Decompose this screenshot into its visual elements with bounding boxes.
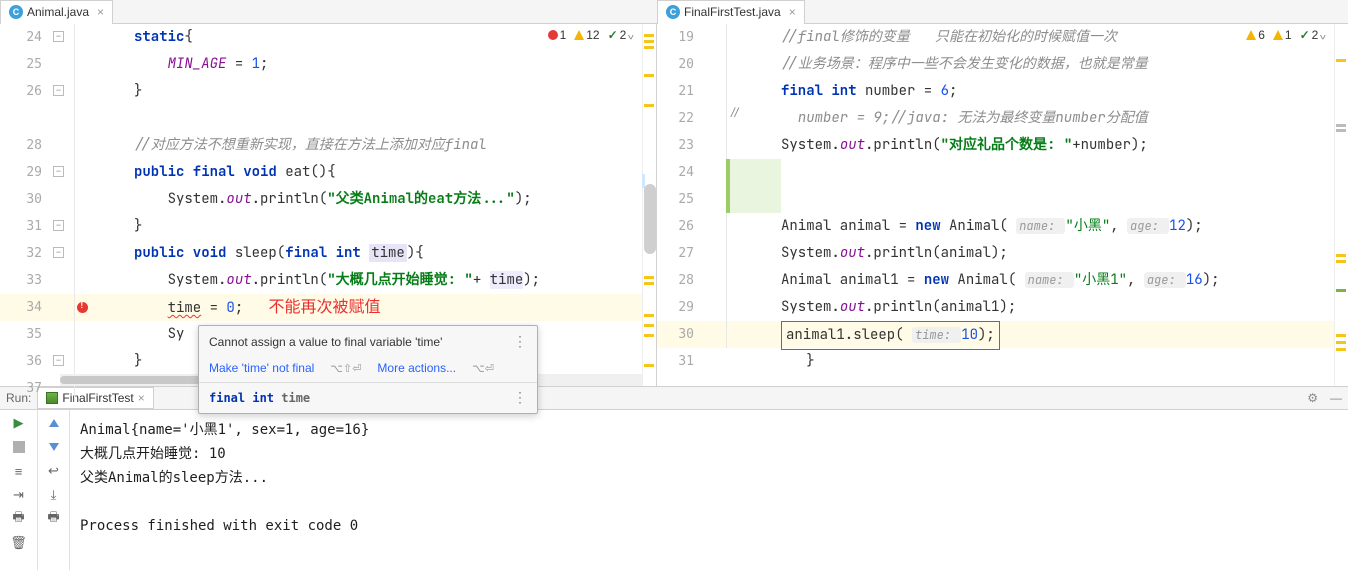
fold-icon[interactable]: −	[53, 166, 64, 177]
editor-right[interactable]: 6 1 ✓2^ 19//final修饰的变量 只能在初始化的时候赋值一次 20/…	[657, 24, 1348, 386]
error-stripe[interactable]	[1334, 24, 1348, 386]
highlighted-call: animal1.sleep( time: 10);	[781, 321, 1000, 350]
more-icon[interactable]: ⋮	[513, 390, 527, 406]
line-number: 27	[657, 240, 702, 267]
ok-count: 2	[620, 28, 627, 42]
shortcut-hint: ⌥⇧⏎	[330, 362, 361, 375]
line-number: 21	[657, 78, 702, 105]
ok-icon: ✓	[608, 28, 618, 42]
fold-icon[interactable]: −	[53, 247, 64, 258]
tooltip-message: Cannot assign a value to final variable …	[209, 335, 442, 349]
error-icon	[548, 30, 558, 40]
line-number: 31	[657, 348, 702, 375]
run-toolbar-primary: ▶ ≡ ⇥ 🖶 🗑	[0, 410, 38, 570]
exit-button[interactable]: ⇥	[10, 486, 28, 504]
quickfix-more-actions[interactable]: More actions...	[377, 361, 456, 375]
warning-icon	[1273, 30, 1283, 40]
line-number: 24	[657, 159, 702, 186]
class-icon: C	[666, 5, 680, 19]
error-span[interactable]: time	[168, 299, 202, 317]
line-number: 34	[0, 294, 50, 321]
line-number: 25	[657, 186, 702, 213]
close-icon[interactable]: ×	[789, 5, 796, 19]
error-gutter-icon[interactable]	[77, 302, 88, 313]
fold-icon[interactable]: −	[53, 31, 64, 42]
vertical-scrollbar[interactable]	[644, 184, 656, 254]
line-number: 28	[657, 267, 702, 294]
quickfix-make-not-final[interactable]: Make 'time' not final	[209, 361, 314, 375]
line-number: 35	[0, 321, 50, 348]
line-number: 24	[0, 24, 50, 51]
editor-tab-right[interactable]: C FinalFirstTest.java ×	[657, 0, 805, 24]
more-icon[interactable]: ⋮	[513, 333, 527, 350]
annotation-text: 不能再次被赋值	[268, 299, 380, 316]
line-number: 19	[657, 24, 702, 51]
rerun-button[interactable]: ▶	[10, 414, 28, 432]
trash-button[interactable]: 🗑	[10, 534, 28, 552]
line-number: 29	[0, 159, 50, 186]
line-number: 26	[657, 213, 702, 240]
stop-button[interactable]	[10, 438, 28, 456]
line-number: 25	[0, 51, 50, 78]
error-tooltip: Cannot assign a value to final variable …	[198, 325, 538, 414]
scroll-end-button[interactable]: ⤓	[45, 486, 63, 504]
tab-label: FinalFirstTest.java	[684, 5, 781, 19]
line-number: 23	[657, 132, 702, 159]
scroll-up-button[interactable]	[45, 414, 63, 432]
fold-icon[interactable]: −	[53, 355, 64, 366]
fold-icon[interactable]: −	[53, 220, 64, 231]
line-number: 30	[0, 186, 50, 213]
editor-tab-left[interactable]: C Animal.java ×	[0, 0, 113, 24]
gear-icon[interactable]: ⚙	[1301, 391, 1324, 405]
shortcut-hint: ⌥⏎	[472, 362, 494, 375]
line-number: 29	[657, 294, 702, 321]
line-number: 28	[0, 132, 50, 159]
console-output[interactable]: Animal{name='小黑1', sex=1, age=16} 大概几点开始…	[70, 410, 1348, 570]
pin-button[interactable]: 🖶	[10, 510, 28, 528]
inspection-counters[interactable]: 6 1 ✓2^	[1246, 28, 1326, 42]
line-number: 36	[0, 348, 50, 375]
print-button[interactable]: 🖶	[45, 510, 63, 528]
warning-icon	[1246, 30, 1256, 40]
line-number: 22	[657, 105, 702, 132]
error-count: 1	[560, 28, 567, 42]
close-icon[interactable]: ×	[97, 5, 104, 19]
line-number: 30	[657, 321, 702, 348]
layout-button[interactable]: ≡	[10, 462, 28, 480]
fold-icon[interactable]: −	[53, 85, 64, 96]
line-number: 31	[0, 213, 50, 240]
line-number: 26	[0, 78, 50, 105]
class-icon: C	[9, 5, 23, 19]
line-number: 32	[0, 240, 50, 267]
warning-count: 12	[586, 28, 599, 42]
soft-wrap-button[interactable]: ↩	[45, 462, 63, 480]
run-toolbar-secondary: ↩ ⤓ 🖶	[38, 410, 70, 570]
tab-label: Animal.java	[27, 5, 89, 19]
line-number: 20	[657, 51, 702, 78]
scroll-down-button[interactable]	[45, 438, 63, 456]
hide-icon[interactable]: —	[1324, 391, 1348, 405]
line-number: 33	[0, 267, 50, 294]
ok-icon: ✓	[1300, 28, 1310, 42]
inspection-counters[interactable]: 1 12 ✓2^	[548, 28, 634, 42]
warning-icon	[574, 30, 584, 40]
line-number: 37	[0, 375, 50, 402]
